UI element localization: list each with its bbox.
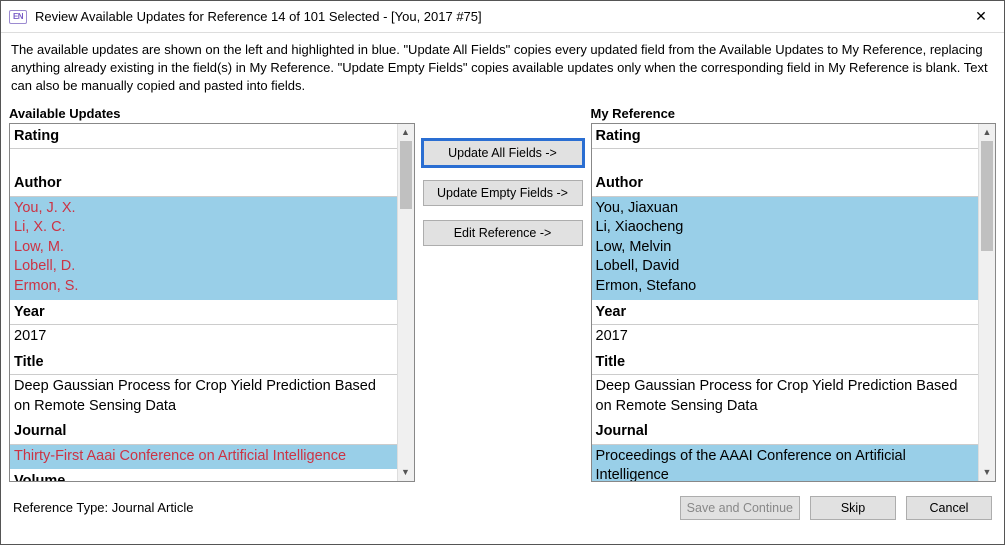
field-value[interactable]: 2017	[592, 325, 979, 350]
reference-type: Reference Type: Journal Article	[13, 500, 670, 515]
my-reference-body[interactable]: Rating AuthorYou, JiaxuanLi, XiaochengLow…	[592, 124, 979, 481]
save-and-continue-button[interactable]: Save and Continue	[680, 496, 800, 520]
field-value[interactable]: You, JiaxuanLi, XiaochengLow, MelvinLobe…	[592, 197, 979, 300]
field-value[interactable]: Proceedings of the AAAI Conference on Ar…	[592, 445, 979, 481]
footer: Reference Type: Journal Article Save and…	[1, 482, 1004, 520]
available-updates-panel: Available Updates Rating AuthorYou, J. X.…	[9, 106, 415, 482]
field-value[interactable]	[592, 149, 979, 171]
field-label: Title	[592, 350, 979, 376]
scroll-up-icon[interactable]: ▲	[398, 124, 414, 141]
available-updates-list[interactable]: Rating AuthorYou, J. X.Li, X. C.Low, M.Lo…	[9, 123, 415, 482]
field-label: Volume	[10, 469, 397, 480]
scroll-up-icon[interactable]: ▲	[979, 124, 995, 141]
update-all-fields-button[interactable]: Update All Fields ->	[423, 140, 583, 166]
field-value[interactable]: Deep Gaussian Process for Crop Yield Pre…	[592, 375, 979, 419]
my-reference-list[interactable]: Rating AuthorYou, JiaxuanLi, XiaochengLow…	[591, 123, 997, 482]
field-label: Rating	[10, 124, 397, 150]
field-value[interactable]: You, J. X.Li, X. C.Low, M.Lobell, D.Ermo…	[10, 197, 397, 300]
edit-reference-button[interactable]: Edit Reference ->	[423, 220, 583, 246]
available-updates-body[interactable]: Rating AuthorYou, J. X.Li, X. C.Low, M.Lo…	[10, 124, 397, 481]
close-button[interactable]: ✕	[958, 1, 1004, 33]
field-value[interactable]: Thirty-First Aaai Conference on Artifici…	[10, 445, 397, 470]
field-label: Year	[10, 300, 397, 326]
my-reference-heading: My Reference	[591, 106, 997, 123]
field-label: Journal	[592, 419, 979, 445]
center-buttons: Update All Fields -> Update Empty Fields…	[423, 106, 583, 482]
scroll-thumb-right[interactable]	[981, 141, 993, 251]
update-empty-fields-button[interactable]: Update Empty Fields ->	[423, 180, 583, 206]
skip-button[interactable]: Skip	[810, 496, 896, 520]
field-label: Rating	[592, 124, 979, 150]
field-label: Title	[10, 350, 397, 376]
close-icon: ✕	[975, 8, 987, 25]
field-label: Year	[592, 300, 979, 326]
scroll-down-icon[interactable]: ▼	[979, 464, 995, 481]
field-value[interactable]: 2017	[10, 325, 397, 350]
field-label: Author	[10, 171, 397, 197]
main-area: Available Updates RatingAuthorYou, J. X.…	[1, 106, 1004, 482]
field-value[interactable]: Deep Gaussian Process for Crop Yield Pre…	[10, 375, 397, 419]
field-label: Journal	[10, 419, 397, 445]
available-updates-heading: Available Updates	[9, 106, 415, 123]
reference-type-label: Reference Type:	[13, 500, 108, 515]
field-value[interactable]	[10, 149, 397, 171]
scrollbar-left[interactable]: ▲ ▼	[397, 124, 414, 481]
my-reference-panel: My Reference Rating AuthorYou, JiaxuanLi,…	[591, 106, 997, 482]
description-text: The available updates are shown on the l…	[1, 33, 1004, 106]
window-title: Review Available Updates for Reference 1…	[35, 9, 958, 24]
field-label: Author	[592, 171, 979, 197]
app-icon: EN	[9, 10, 27, 24]
cancel-button[interactable]: Cancel	[906, 496, 992, 520]
scroll-down-icon[interactable]: ▼	[398, 464, 414, 481]
reference-type-value: Journal Article	[112, 500, 194, 515]
scrollbar-right[interactable]: ▲ ▼	[978, 124, 995, 481]
titlebar: EN Review Available Updates for Referenc…	[1, 1, 1004, 33]
scroll-thumb-left[interactable]	[400, 141, 412, 209]
